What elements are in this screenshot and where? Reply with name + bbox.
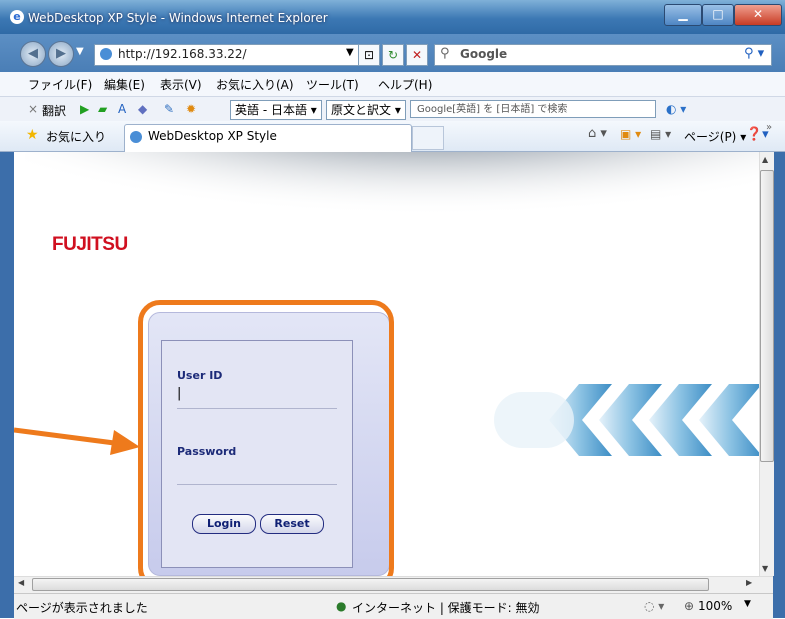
- maximize-button[interactable]: □: [702, 4, 734, 26]
- zoom-level[interactable]: 100%: [698, 599, 732, 613]
- recent-pages-dropdown-icon[interactable]: ▼: [76, 46, 84, 57]
- highlight-circle: [138, 300, 394, 590]
- feeds-icon[interactable]: ▣ ▾: [620, 127, 641, 141]
- language-pair-value: 英語 - 日本語: [235, 103, 307, 117]
- menu-help[interactable]: ヘルプ(H): [378, 76, 432, 93]
- status-message: ページが表示されました: [16, 601, 148, 615]
- speech-icon[interactable]: ▰: [98, 102, 107, 116]
- settings-icon[interactable]: ✹: [186, 102, 196, 116]
- fujitsu-logo: FUJITSU: [52, 234, 128, 255]
- menu-tools[interactable]: ツール(T): [306, 76, 359, 93]
- vertical-scroll-thumb[interactable]: [760, 170, 774, 462]
- close-button[interactable]: ✕: [734, 4, 782, 26]
- chevron-decoration: [494, 384, 759, 456]
- chevron-right-icon[interactable]: »: [766, 122, 772, 133]
- zoom-icon[interactable]: ⊕: [684, 599, 694, 613]
- edit-icon[interactable]: ✎: [164, 102, 174, 116]
- address-dropdown-icon[interactable]: ▼: [346, 47, 354, 58]
- stop-icon[interactable]: ✕: [406, 44, 428, 66]
- security-zone[interactable]: インターネット | 保護モード: 無効: [352, 599, 540, 616]
- translation-mode-value: 原文と訳文: [331, 103, 392, 117]
- page-menu[interactable]: ページ(P) ▾: [684, 128, 746, 145]
- page-menu-label: ページ(P): [684, 130, 737, 144]
- horizontal-scroll-thumb[interactable]: [32, 578, 709, 591]
- language-pair-select[interactable]: 英語 - 日本語 ▾: [230, 100, 322, 120]
- search-icon[interactable]: ⚲ ▾: [744, 46, 764, 61]
- home-icon[interactable]: ⌂ ▾: [588, 126, 607, 141]
- protected-mode-icon[interactable]: ◌ ▾: [644, 599, 664, 613]
- ie-icon: e: [10, 10, 24, 24]
- play-icon[interactable]: ▶: [80, 102, 89, 116]
- person-icon[interactable]: ◆: [138, 102, 147, 116]
- menu-file[interactable]: ファイル(F): [28, 76, 92, 93]
- window-frame-right: [773, 152, 785, 618]
- translate-search-field[interactable]: Google[英語] を [日本語] で検索: [410, 100, 656, 118]
- scroll-right-icon[interactable]: ▶: [746, 578, 752, 587]
- window-title: WebDesktop XP Style - Windows Internet E…: [28, 11, 328, 25]
- refresh-icon[interactable]: ↻: [382, 44, 404, 66]
- new-tab-button[interactable]: [412, 126, 444, 150]
- print-icon[interactable]: ▤ ▾: [650, 127, 671, 141]
- annotation-arrow: [14, 427, 140, 455]
- highlight-icon[interactable]: A: [118, 102, 126, 116]
- header-swoosh: [24, 152, 759, 252]
- scroll-up-icon[interactable]: ▲: [762, 155, 768, 164]
- site-icon: [100, 48, 112, 60]
- search-placeholder[interactable]: Google: [460, 47, 507, 61]
- translation-mode-select[interactable]: 原文と訳文 ▾: [326, 100, 406, 120]
- toolbar-close-icon[interactable]: ×: [28, 102, 38, 116]
- search-provider-icon: ⚲: [440, 46, 450, 61]
- menu-favorites[interactable]: お気に入り(A): [216, 76, 294, 93]
- search-engine-icon[interactable]: ◐ ▾: [666, 102, 686, 116]
- forward-button[interactable]: ▶: [48, 41, 74, 67]
- back-button[interactable]: ◀: [20, 41, 46, 67]
- star-icon[interactable]: ★: [26, 127, 39, 143]
- minimize-button[interactable]: ▁: [664, 4, 702, 26]
- scroll-down-icon[interactable]: ▼: [762, 564, 768, 573]
- tab-title[interactable]: WebDesktop XP Style: [148, 129, 277, 143]
- globe-icon: ●: [336, 599, 347, 613]
- menu-view[interactable]: 表示(V): [160, 76, 202, 93]
- favorites-button[interactable]: お気に入り: [46, 128, 106, 145]
- compatibility-icon[interactable]: ⊡: [358, 44, 380, 66]
- menu-edit[interactable]: 編集(E): [104, 76, 145, 93]
- address-url[interactable]: http://192.168.33.22/: [118, 47, 247, 61]
- translate-label[interactable]: 翻訳: [42, 102, 66, 119]
- scroll-left-icon[interactable]: ◀: [18, 578, 24, 587]
- tab-site-icon: [130, 131, 142, 143]
- zoom-dropdown-icon[interactable]: ▼: [744, 599, 751, 609]
- window-frame-left: [0, 152, 14, 618]
